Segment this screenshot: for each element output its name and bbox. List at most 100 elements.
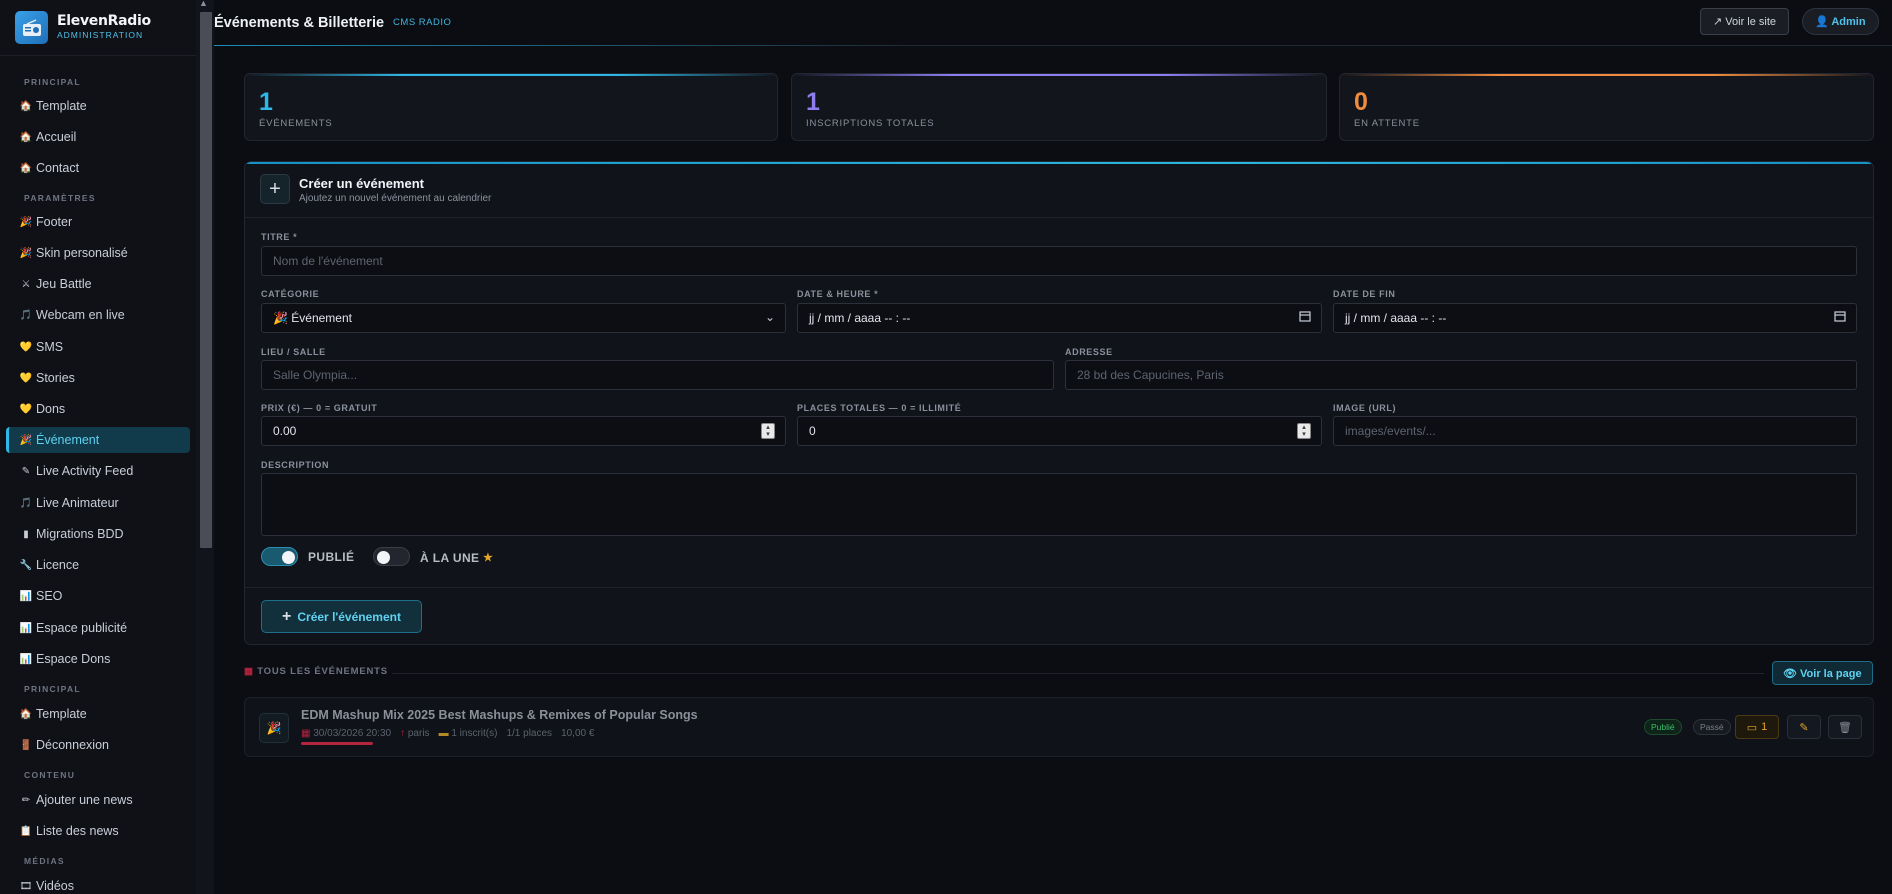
heart-icon: 💛 bbox=[19, 372, 33, 384]
sidebar-item-label: Dons bbox=[36, 402, 66, 416]
chart-icon: 📊 bbox=[19, 653, 33, 665]
sidebar-item-jeu-battle[interactable]: ⚔ Jeu Battle bbox=[6, 271, 190, 297]
sidebar-item-dons[interactable]: 💛 Dons bbox=[6, 396, 190, 422]
sidebar-item-label: Footer bbox=[36, 215, 73, 229]
stat-label: ÉVÉNEMENTS bbox=[259, 118, 333, 129]
past-badge: Passé bbox=[1693, 719, 1731, 735]
datefin-label: DATE DE FIN bbox=[1333, 289, 1396, 299]
sidebar-item-accueil[interactable]: 🏠 Accueil bbox=[6, 124, 190, 150]
adresse-input[interactable]: 28 bd des Capucines, Paris bbox=[1065, 360, 1857, 390]
sidebar-scrollbar-thumb[interactable] bbox=[200, 12, 212, 548]
description-textarea[interactable] bbox=[261, 473, 1857, 536]
sidebar-item-liste-news[interactable]: 📋 Liste des news bbox=[6, 818, 190, 844]
sidebar-item-label: Vidéos bbox=[36, 879, 74, 893]
brand[interactable]: ElevenRadio ADMINISTRATION bbox=[0, 0, 213, 56]
sidebar-item-deconnexion[interactable]: 🚪 Déconnexion bbox=[6, 732, 190, 758]
publie-toggle[interactable] bbox=[261, 547, 298, 566]
events-heading: ▦ TOUS LES ÉVÉNEMENTS bbox=[244, 666, 388, 677]
sidebar-item-live-activity[interactable]: ✎ Live Activity Feed bbox=[6, 458, 190, 484]
image-label: IMAGE (URL) bbox=[1333, 403, 1397, 413]
date-input[interactable]: jj / mm / aaaa -- : -- bbox=[797, 303, 1322, 333]
sidebar-item-contact[interactable]: 🏠 Contact bbox=[6, 155, 190, 181]
lieu-input[interactable]: Salle Olympia... bbox=[261, 360, 1054, 390]
nav-section-parametres: PARAMÈTRES bbox=[24, 193, 96, 203]
brand-subtitle: ADMINISTRATION bbox=[57, 30, 144, 40]
places-input[interactable]: 0 ▴ ▾ bbox=[797, 416, 1322, 446]
une-toggle[interactable] bbox=[373, 547, 410, 566]
calendar-icon[interactable] bbox=[1299, 310, 1311, 325]
sidebar-item-stories[interactable]: 💛 Stories bbox=[6, 365, 190, 391]
sidebar-item-footer[interactable]: 🎉 Footer bbox=[6, 209, 190, 235]
stepper-icon[interactable]: ▴ ▾ bbox=[761, 423, 775, 439]
sidebar-item-videos[interactable]: 🎞 Vidéos bbox=[6, 873, 190, 894]
delete-button[interactable]: 🗑 bbox=[1828, 715, 1862, 739]
party-icon: 🎉 bbox=[19, 216, 33, 228]
sidebar-item-live-animateur[interactable]: 🎵 Live Animateur bbox=[6, 490, 190, 516]
registrations-button[interactable]: ▭ 1 bbox=[1735, 715, 1779, 739]
stat-card-pending: 0 EN ATTENTE bbox=[1339, 73, 1874, 141]
party-icon: 🎉 bbox=[19, 247, 33, 259]
sidebar-item-ajouter-news[interactable]: ✏ Ajouter une news bbox=[6, 787, 190, 813]
calendar-icon[interactable] bbox=[1834, 310, 1846, 325]
card-subtitle: Ajoutez un nouvel événement au calendrie… bbox=[299, 193, 492, 204]
places-value: 0 bbox=[809, 424, 816, 438]
sidebar-item-skin[interactable]: 🎉 Skin personalisé bbox=[6, 240, 190, 266]
publie-label: PUBLIÉ bbox=[308, 550, 355, 564]
calendar-icon: ▦ bbox=[301, 728, 314, 739]
calendar-icon: ▦ bbox=[244, 666, 254, 677]
page-title: Événements & Billetterie bbox=[214, 14, 385, 31]
sidebar-item-label: Accueil bbox=[36, 130, 77, 144]
party-icon: 🎉 bbox=[259, 713, 289, 743]
datefin-input[interactable]: jj / mm / aaaa -- : -- bbox=[1333, 303, 1857, 333]
home-icon: 🏠 bbox=[19, 708, 33, 720]
sidebar-item-template[interactable]: 🏠 Template bbox=[6, 93, 190, 119]
edit-button[interactable]: ✎ bbox=[1787, 715, 1821, 739]
chart-icon: 📊 bbox=[19, 622, 33, 634]
stat-card-registrations: 1 INSCRIPTIONS TOTALES bbox=[791, 73, 1327, 141]
published-badge: Publié bbox=[1644, 719, 1682, 735]
sidebar-item-licence[interactable]: 🔧 Licence bbox=[6, 552, 190, 578]
home-icon: 🏠 bbox=[19, 131, 33, 143]
sidebar-item-espace-pub[interactable]: 📊 Espace publicité bbox=[6, 615, 190, 641]
sidebar-item-webcam[interactable]: 🎵 Webcam en live bbox=[6, 302, 190, 328]
sidebar-item-template-2[interactable]: 🏠 Template bbox=[6, 701, 190, 727]
sidebar-item-espace-dons[interactable]: 📊 Espace Dons bbox=[6, 646, 190, 672]
event-places: 1/1 places bbox=[506, 728, 553, 739]
sidebar-item-sms[interactable]: 💛 SMS bbox=[6, 334, 190, 360]
create-event-card: + Créer un événement Ajoutez un nouvel é… bbox=[244, 161, 1874, 645]
admin-button[interactable]: 👤 Admin bbox=[1802, 8, 1879, 35]
sidebar-item-migrations[interactable]: ▮ Migrations BDD bbox=[6, 521, 190, 547]
image-input[interactable]: images/events/... bbox=[1333, 416, 1857, 446]
door-icon: 🚪 bbox=[19, 739, 33, 751]
event-date: ▦ 30/03/2026 20:30 bbox=[301, 728, 392, 739]
top-header: Événements & Billetterie CMS RADIO ↗ Voi… bbox=[214, 0, 1892, 46]
view-site-button[interactable]: ↗ Voir le site bbox=[1700, 8, 1790, 35]
home-icon: 🏠 bbox=[19, 162, 33, 174]
date-value: jj / mm / aaaa -- : -- bbox=[809, 311, 911, 325]
nav-section-contenu: CONTENU bbox=[24, 770, 76, 780]
ticket-icon: ▭ bbox=[1746, 721, 1758, 734]
categorie-select[interactable]: 🎉 Événement ⌄ bbox=[261, 303, 786, 333]
create-event-button[interactable]: + Créer l'événement bbox=[261, 600, 422, 633]
stat-label: EN ATTENTE bbox=[1354, 118, 1420, 129]
pin-icon: ↑ bbox=[400, 728, 408, 739]
sidebar-item-seo[interactable]: 📊 SEO bbox=[6, 583, 190, 609]
heart-icon: 💛 bbox=[19, 341, 33, 353]
event-inscrits: ▬ 1 inscrit(s) bbox=[438, 728, 498, 739]
stepper-icon[interactable]: ▴ ▾ bbox=[1297, 423, 1311, 439]
stat-value: 1 bbox=[259, 88, 273, 116]
stat-label: INSCRIPTIONS TOTALES bbox=[806, 118, 935, 129]
date-label: DATE & HEURE * bbox=[797, 289, 879, 299]
sidebar-item-evenement[interactable]: 🎉 Événement bbox=[6, 427, 190, 453]
description-label: DESCRIPTION bbox=[261, 460, 330, 470]
titre-input[interactable]: Nom de l'événement bbox=[261, 246, 1857, 276]
stat-value: 1 bbox=[806, 88, 820, 116]
event-row[interactable]: 🎉 EDM Mashup Mix 2025 Best Mashups & Rem… bbox=[244, 697, 1874, 757]
prix-input[interactable]: 0.00 ▴ ▾ bbox=[261, 416, 786, 446]
pencil-icon: ✎ bbox=[1799, 721, 1809, 734]
stat-value: 0 bbox=[1354, 88, 1368, 116]
event-city: ↑ paris bbox=[400, 728, 430, 739]
datefin-value: jj / mm / aaaa -- : -- bbox=[1345, 311, 1447, 325]
view-page-button[interactable]: 👁 Voir la page bbox=[1772, 661, 1873, 685]
scroll-up-icon[interactable]: ▲ bbox=[199, 0, 208, 8]
